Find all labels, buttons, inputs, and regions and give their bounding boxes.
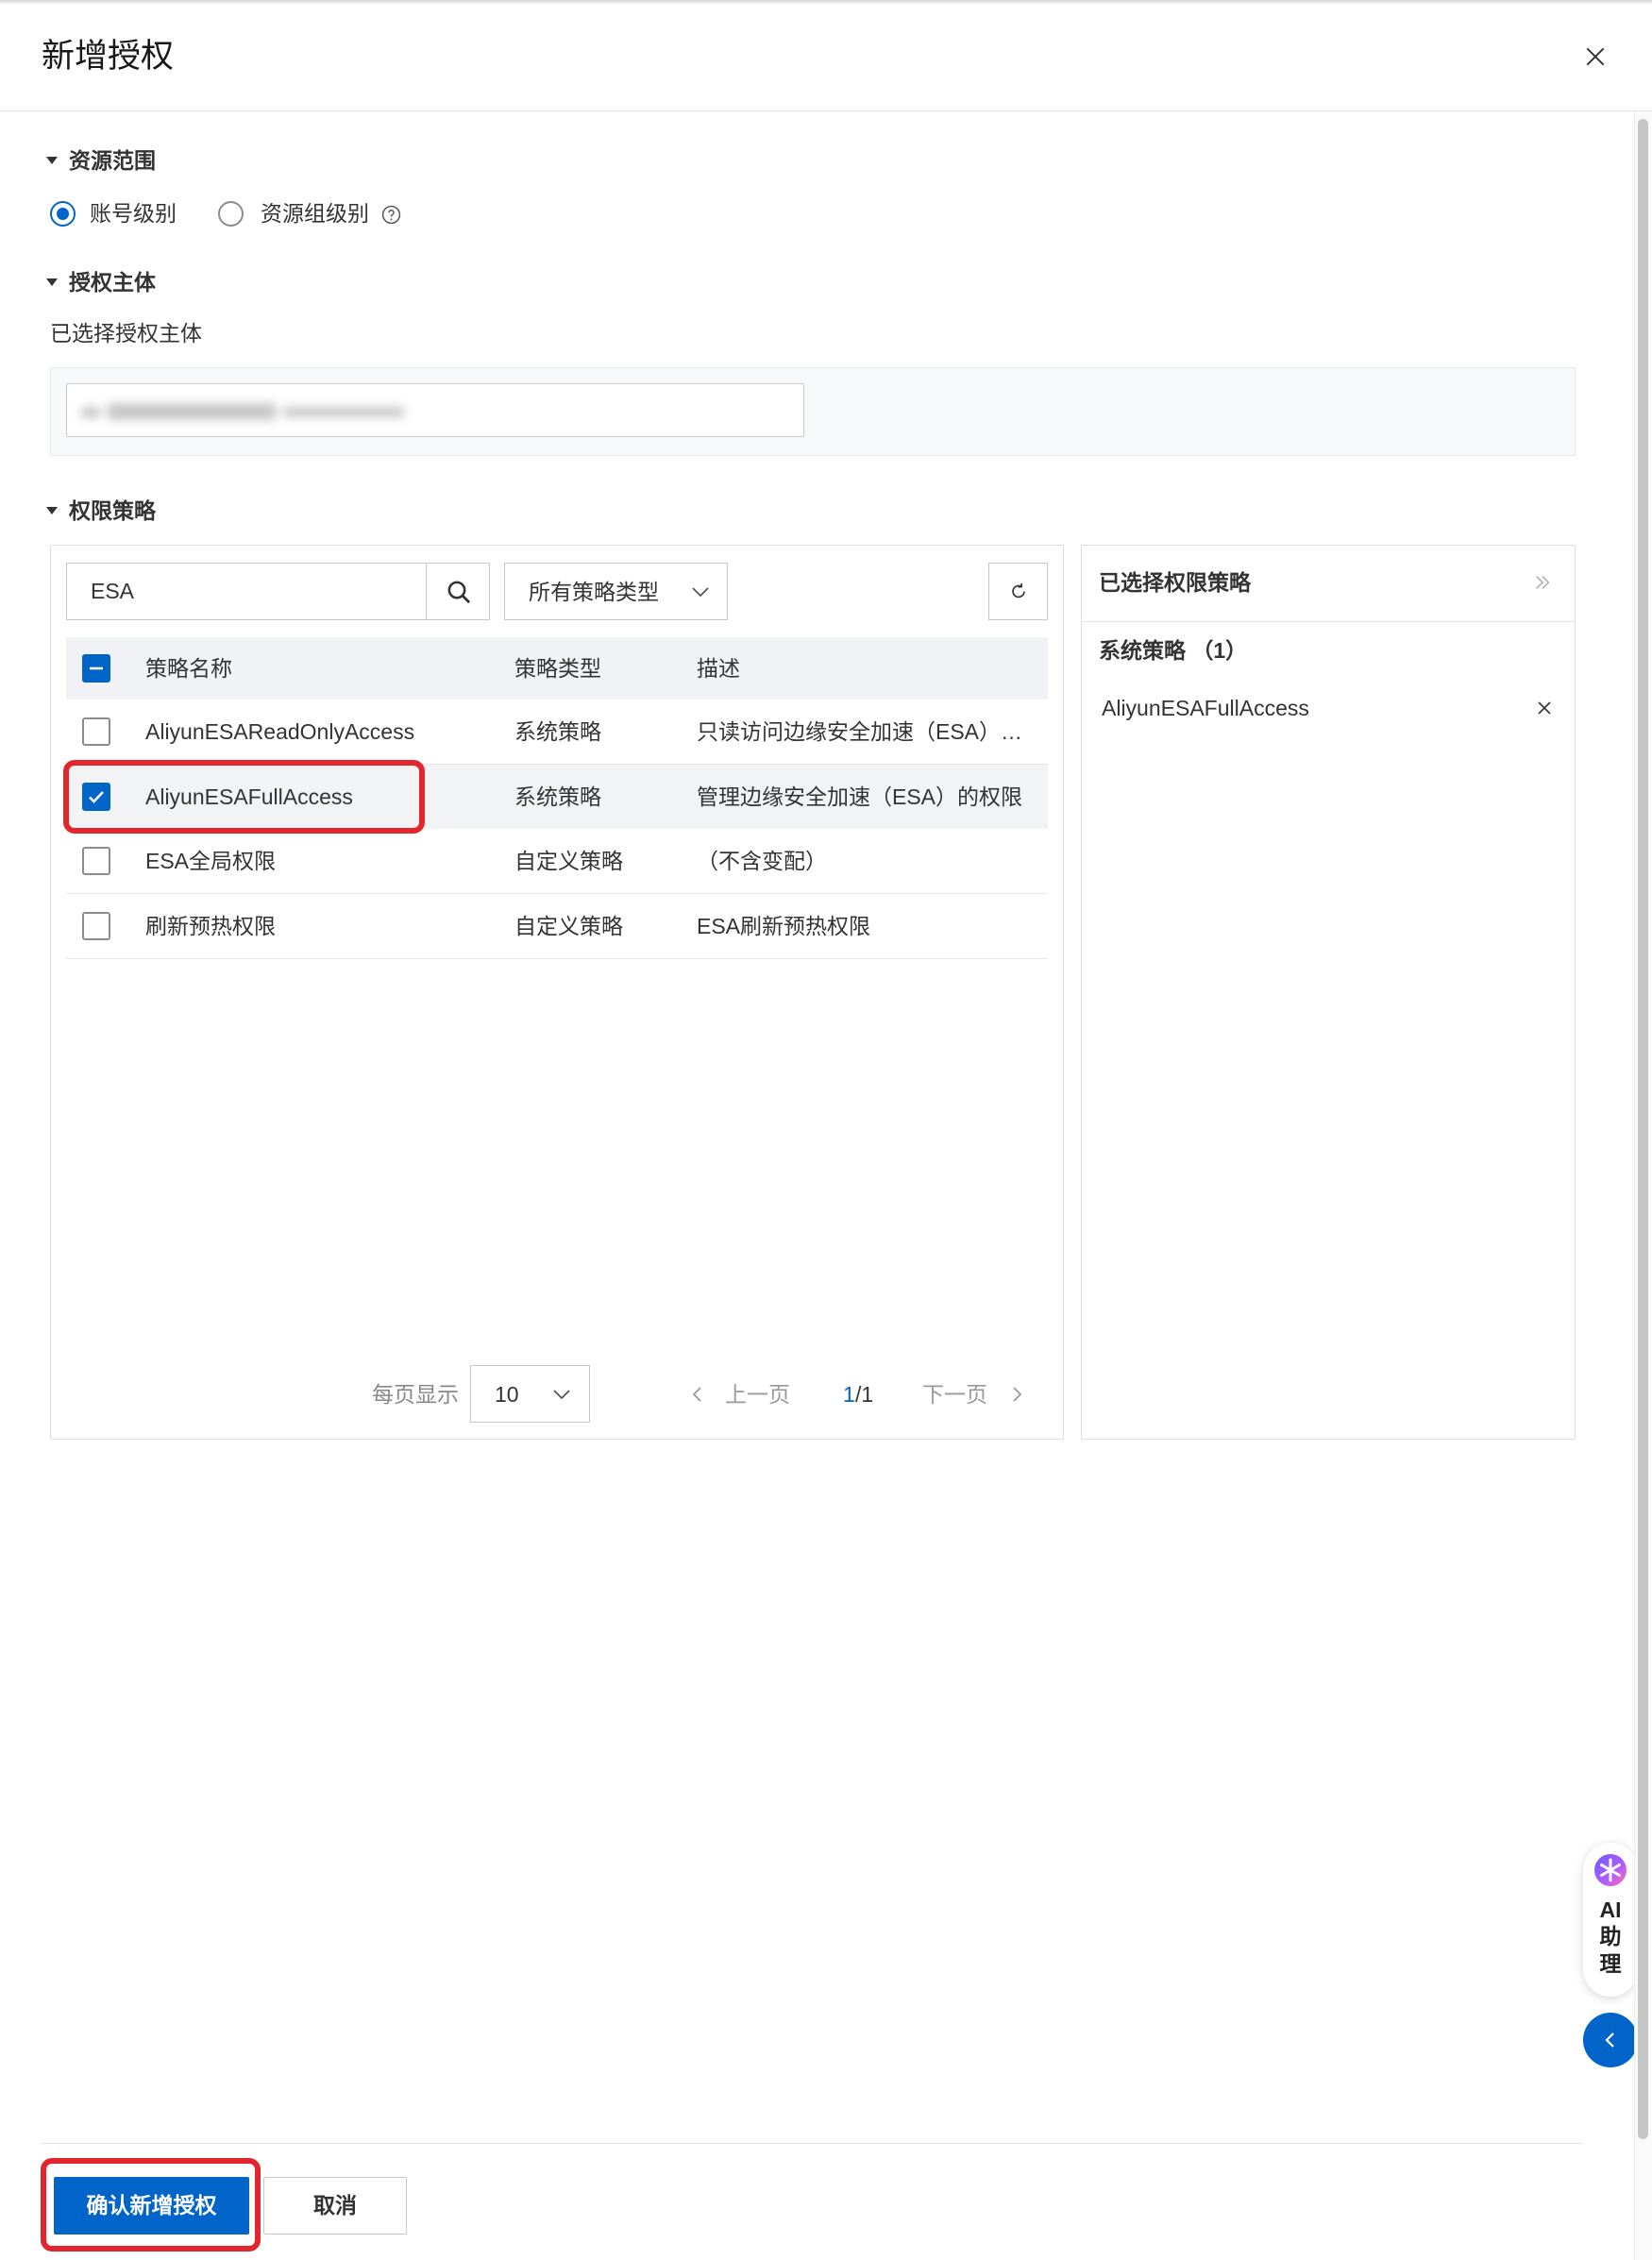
policy-name-cell: AliyunESAReadOnlyAccess — [145, 719, 415, 744]
close-icon[interactable] — [1536, 700, 1553, 717]
page-size-label: 每页显示 — [372, 1382, 459, 1407]
section-resource-scope-heading[interactable]: 资源范围 — [69, 145, 156, 176]
redacted-principal-value — [80, 407, 101, 418]
principal-input[interactable] — [66, 383, 804, 437]
redacted-principal-value — [282, 407, 405, 417]
chevron-left-icon — [1605, 2032, 1614, 2048]
column-header-type: 策略类型 — [514, 656, 601, 681]
selected-policy-item: AliyunESAFullAccess — [1102, 696, 1309, 720]
policy-name-cell: ESA全局权限 — [145, 849, 277, 873]
refresh-button[interactable] — [988, 563, 1048, 620]
column-header-description: 描述 — [697, 656, 740, 681]
cancel-button[interactable]: 取消 — [263, 2177, 407, 2235]
scrollbar-thumb[interactable] — [1638, 119, 1648, 2139]
select-all-checkbox[interactable] — [82, 654, 110, 683]
close-icon[interactable] — [1583, 44, 1608, 69]
indeterminate-icon — [90, 666, 103, 670]
total-pages: /1 — [855, 1382, 874, 1407]
search-icon — [447, 581, 471, 604]
selected-group-label: 系统策略 （1） — [1099, 638, 1248, 663]
caret-down-icon[interactable] — [46, 507, 58, 514]
footer-divider — [41, 2143, 1583, 2144]
column-header-name: 策略名称 — [145, 656, 232, 681]
ai-assistant-icon — [1594, 1854, 1627, 1886]
policy-type-cell: 自定义策略 — [514, 849, 623, 873]
policy-type-cell: 系统策略 — [514, 784, 601, 809]
table-row[interactable]: ESA全局权限 自定义策略 （不含变配） — [66, 829, 1048, 894]
policy-description-cell: （不含变配） — [697, 849, 827, 873]
page-size-select[interactable]: 10 — [470, 1365, 590, 1423]
table-row[interactable]: AliyunESAReadOnlyAccess 系统策略 只读访问边缘安全加速（… — [66, 700, 1048, 765]
section-principal-heading[interactable]: 授权主体 — [69, 267, 156, 297]
ai-assistant-label: 理 — [1599, 1951, 1622, 1976]
row-checkbox[interactable] — [82, 717, 110, 746]
policy-type-cell: 自定义策略 — [514, 914, 623, 938]
chevron-down-icon — [692, 587, 709, 598]
radio-resource-group-level[interactable] — [218, 201, 244, 227]
selected-policies-panel — [1081, 545, 1576, 1440]
section-policies-heading[interactable]: 权限策略 — [69, 496, 156, 526]
refresh-icon — [1012, 582, 1025, 599]
caret-down-icon[interactable] — [46, 157, 58, 164]
policy-description-cell: 管理边缘安全加速（ESA）的权限 — [697, 784, 1023, 809]
radio-account-level-label[interactable]: 账号级别 — [90, 198, 177, 228]
policy-description-cell: ESA刷新预热权限 — [697, 914, 871, 938]
selected-principal-label: 已选择授权主体 — [50, 321, 202, 346]
next-page-button[interactable]: 下一页 — [922, 1379, 987, 1409]
table-row[interactable]: AliyunESAFullAccess 系统策略 管理边缘安全加速（ESA）的权… — [66, 765, 1048, 830]
help-circle-icon[interactable] — [381, 205, 401, 225]
selected-policies-title: 已选择权限策略 — [1099, 570, 1251, 595]
policy-search-input[interactable] — [66, 563, 427, 620]
policy-description-cell: 只读访问边缘安全加速（ESA）… — [697, 719, 1023, 744]
selected-panel-divider — [1081, 621, 1576, 622]
table-row[interactable]: 刷新预热权限 自定义策略 ESA刷新预热权限 — [66, 894, 1048, 959]
chevron-right-icon[interactable] — [1008, 1386, 1025, 1403]
row-checkbox[interactable] — [82, 847, 110, 875]
chevron-left-icon[interactable] — [689, 1386, 706, 1403]
header-divider — [0, 110, 1652, 111]
caret-down-icon[interactable] — [46, 278, 58, 286]
collapse-button[interactable] — [1583, 2013, 1638, 2067]
policy-type-dropdown-value: 所有策略类型 — [529, 580, 659, 604]
redacted-principal-value — [107, 403, 277, 420]
prev-page-button[interactable]: 上一页 — [725, 1379, 790, 1409]
ai-assistant-widget[interactable]: AI 助 理 — [1583, 1843, 1638, 1997]
current-page: 1 — [843, 1382, 855, 1407]
check-icon — [89, 791, 104, 803]
search-button[interactable] — [426, 563, 490, 620]
double-chevron-right-icon[interactable] — [1532, 572, 1553, 593]
policy-type-dropdown[interactable]: 所有策略类型 — [504, 563, 728, 620]
top-shadow — [0, 0, 1652, 5]
row-checkbox[interactable] — [82, 783, 110, 811]
confirm-add-authorization-button[interactable]: 确认新增授权 — [54, 2177, 249, 2235]
table-header: 策略名称 策略类型 描述 — [66, 637, 1048, 700]
policy-name-cell: AliyunESAFullAccess — [145, 784, 353, 809]
chevron-down-icon — [553, 1390, 570, 1400]
policy-name-cell: 刷新预热权限 — [145, 914, 276, 938]
page-size-value: 10 — [495, 1382, 519, 1407]
ai-assistant-label: 助 — [1599, 1924, 1622, 1948]
row-checkbox[interactable] — [82, 912, 110, 940]
radio-account-level[interactable] — [50, 201, 76, 227]
dialog-title: 新增授权 — [42, 38, 175, 75]
radio-resource-group-level-label[interactable]: 资源组级别 — [261, 198, 369, 228]
policy-type-cell: 系统策略 — [514, 719, 601, 744]
